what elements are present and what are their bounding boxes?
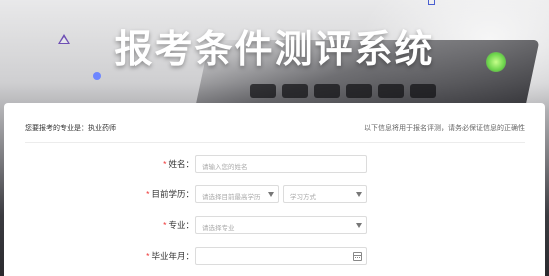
hero-laptop-key xyxy=(378,84,404,98)
evaluation-form-panel: 您要报考的专业是：执业药师 以下信息将用于报名评测，请务必保证信息的正确性 * 姓… xyxy=(4,103,545,276)
required-mark: * xyxy=(146,189,150,199)
hero-laptop-key xyxy=(282,84,308,98)
calendar-icon[interactable] xyxy=(353,252,362,261)
graduation-date-input[interactable] xyxy=(195,247,367,265)
graduation-label: * 毕业年月： xyxy=(146,250,194,262)
education-level-select[interactable]: 请选择目前最高学历 xyxy=(195,185,279,203)
required-mark: * xyxy=(146,251,150,261)
major-label: * 专业： xyxy=(163,219,194,231)
name-label-text: 姓名： xyxy=(168,159,194,169)
chevron-down-icon xyxy=(268,192,274,197)
education-label: * 目前学历： xyxy=(146,188,194,200)
decor-rect-icon xyxy=(428,0,435,5)
hero-laptop-key xyxy=(410,84,436,98)
accuracy-notice: 以下信息将用于报名评测，请务必保证信息的正确性 xyxy=(364,125,525,132)
hero-laptop-key xyxy=(314,84,340,98)
form-row-graduation: * 毕业年月： xyxy=(4,247,545,265)
education-label-text: 目前学历： xyxy=(151,189,194,199)
hero-laptop-key xyxy=(250,84,276,98)
selected-major-line: 您要报考的专业是：执业药师 xyxy=(25,123,116,133)
required-mark: * xyxy=(163,220,167,230)
name-input[interactable]: 请输入您的姓名 xyxy=(195,155,367,173)
major-select-placeholder: 请选择专业 xyxy=(202,225,235,232)
major-label-text: 专业： xyxy=(168,220,194,230)
form-row-major: * 专业： 请选择专业 xyxy=(4,216,545,234)
study-mode-placeholder: 学习方式 xyxy=(290,194,316,201)
form-row-name: * 姓名： 请输入您的姓名 xyxy=(4,155,545,173)
selected-major-value: 执业药师 xyxy=(88,125,116,132)
hero-laptop-key xyxy=(346,84,372,98)
form-row-education: * 目前学历： 请选择目前最高学历 学习方式 xyxy=(4,185,545,203)
chevron-down-icon xyxy=(356,192,362,197)
panel-header: 您要报考的专业是：执业药师 以下信息将用于报名评测，请务必保证信息的正确性 xyxy=(25,121,525,143)
major-select[interactable]: 请选择专业 xyxy=(195,216,367,234)
name-input-placeholder: 请输入您的姓名 xyxy=(202,164,248,171)
education-level-placeholder: 请选择目前最高学历 xyxy=(202,194,261,201)
study-mode-select[interactable]: 学习方式 xyxy=(283,185,367,203)
name-label: * 姓名： xyxy=(163,158,194,170)
page-title: 报考条件测评系统 xyxy=(114,27,435,71)
required-mark: * xyxy=(163,159,167,169)
graduation-label-text: 毕业年月： xyxy=(151,251,194,261)
chevron-down-icon xyxy=(356,223,362,228)
selected-major-prefix: 您要报考的专业是： xyxy=(25,125,88,132)
decor-blue-dot-icon xyxy=(93,72,101,80)
